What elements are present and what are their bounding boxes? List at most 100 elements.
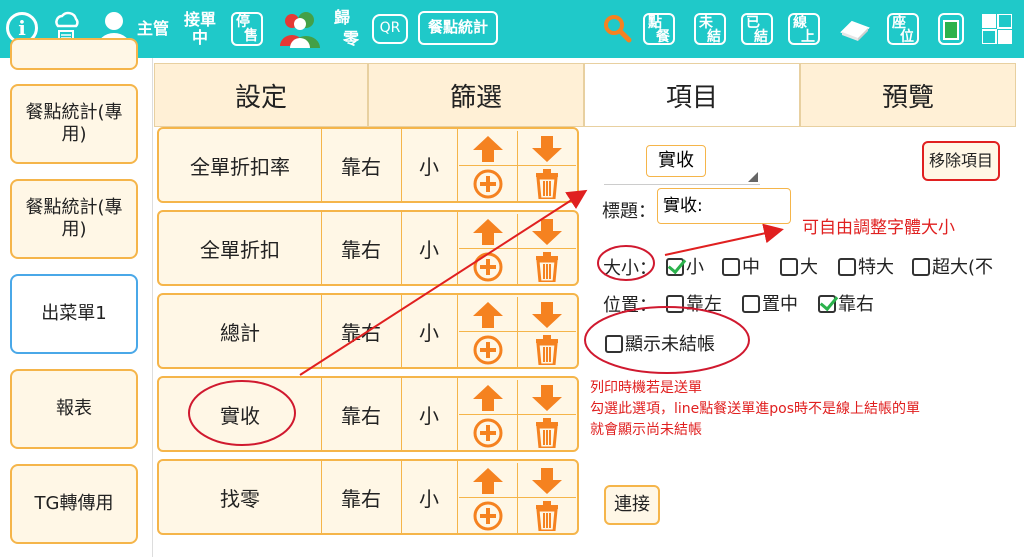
tab-preview[interactable]: 預覽 bbox=[800, 63, 1016, 127]
tab-filter[interactable]: 篩選 bbox=[368, 63, 584, 127]
item-size[interactable]: 小 bbox=[401, 129, 458, 201]
online-label-2: 上 bbox=[801, 29, 815, 45]
settled-button[interactable]: 已 結 bbox=[741, 13, 773, 45]
delete-item-button[interactable] bbox=[517, 414, 576, 451]
online-button[interactable]: 線 上 bbox=[788, 13, 820, 45]
item-size[interactable]: 小 bbox=[401, 461, 458, 533]
move-down-button[interactable] bbox=[517, 297, 576, 333]
item-align[interactable]: 靠右 bbox=[321, 461, 402, 533]
item-size[interactable]: 小 bbox=[401, 295, 458, 367]
size-small-checkbox[interactable] bbox=[666, 258, 684, 276]
delete-item-button[interactable] bbox=[517, 248, 576, 285]
reset-users-icon[interactable] bbox=[278, 10, 326, 48]
item-align[interactable]: 靠右 bbox=[321, 378, 402, 450]
move-up-button[interactable] bbox=[459, 463, 517, 499]
add-item-button[interactable] bbox=[459, 497, 517, 534]
sidebar-item-meal-stats-1[interactable]: 餐點統計(專用) bbox=[10, 84, 138, 164]
print-note-line-2: 勾選此選項，line點餐送單進pos時不是線上結帳的單 bbox=[590, 401, 921, 417]
meal-stats-button[interactable]: 餐點統計 bbox=[418, 11, 498, 45]
add-item-button[interactable] bbox=[459, 331, 517, 368]
print-note-line-3: 就會顯示尚未結帳 bbox=[590, 422, 702, 438]
position-option-left[interactable]: 靠左 bbox=[666, 290, 722, 316]
item-align[interactable]: 靠右 bbox=[321, 129, 402, 201]
unsettled-label-2: 結 bbox=[707, 29, 721, 45]
sidebar-item-tg-forward[interactable]: TG轉傳用 bbox=[10, 464, 138, 544]
receive-order-label-1[interactable]: 接單 bbox=[184, 11, 216, 28]
item-name[interactable]: 總計 bbox=[159, 295, 322, 367]
size-option-small[interactable]: 小 bbox=[666, 253, 704, 279]
item-name[interactable]: 實收 bbox=[159, 378, 322, 450]
connect-button[interactable]: 連接 bbox=[604, 485, 660, 525]
item-size[interactable]: 小 bbox=[401, 212, 458, 284]
size-large-checkbox[interactable] bbox=[780, 258, 798, 276]
change-label-2[interactable]: 零 bbox=[343, 30, 359, 47]
settled-label-1: 已 bbox=[746, 15, 760, 31]
remove-item-button[interactable]: 移除項目 bbox=[922, 141, 1000, 181]
item-row[interactable]: 全單折扣率 靠右小 bbox=[157, 127, 579, 203]
size-xxlarge-checkbox[interactable] bbox=[912, 258, 930, 276]
move-down-button[interactable] bbox=[517, 214, 576, 250]
move-up-button[interactable] bbox=[459, 297, 517, 333]
unsettled-button[interactable]: 未 結 bbox=[694, 13, 726, 45]
move-up-button[interactable] bbox=[459, 380, 517, 416]
title-input[interactable]: 實收: bbox=[657, 188, 791, 224]
move-down-button[interactable] bbox=[517, 463, 576, 499]
receive-order-label-2[interactable]: 中 bbox=[192, 29, 208, 46]
grid-menu-icon[interactable] bbox=[982, 14, 1012, 44]
item-name[interactable]: 找零 bbox=[159, 461, 322, 533]
eraser-icon[interactable] bbox=[838, 14, 872, 44]
move-up-button[interactable] bbox=[459, 214, 517, 250]
item-row[interactable]: 實收 靠右小 bbox=[157, 376, 579, 452]
size-option-large[interactable]: 大 bbox=[780, 253, 818, 279]
show-unsettled-option[interactable]: 顯示未結帳 bbox=[605, 330, 715, 356]
stop-sale-button[interactable]: 停 售 bbox=[231, 12, 263, 46]
device-icon[interactable] bbox=[938, 13, 964, 45]
move-up-button[interactable] bbox=[459, 131, 517, 167]
sidebar-item-meal-stats-2[interactable]: 餐點統計(專用) bbox=[10, 179, 138, 259]
search-icon[interactable] bbox=[602, 13, 632, 43]
tab-settings[interactable]: 設定 bbox=[154, 63, 368, 127]
tab-items[interactable]: 項目 bbox=[584, 63, 800, 127]
size-medium-checkbox[interactable] bbox=[722, 258, 740, 276]
delete-item-button[interactable] bbox=[517, 165, 576, 202]
order-label-1: 點 bbox=[648, 15, 662, 31]
position-center-checkbox[interactable] bbox=[742, 295, 760, 313]
item-select-value: 實收 bbox=[646, 145, 706, 177]
item-name[interactable]: 全單折扣 bbox=[159, 212, 322, 284]
item-row[interactable]: 找零 靠右小 bbox=[157, 459, 579, 535]
move-down-button[interactable] bbox=[517, 131, 576, 167]
order-label-2: 餐 bbox=[656, 29, 670, 45]
show-unsettled-checkbox[interactable] bbox=[605, 335, 623, 353]
delete-item-button[interactable] bbox=[517, 497, 576, 534]
add-item-button[interactable] bbox=[459, 165, 517, 202]
size-option-xxlarge[interactable]: 超大(不 bbox=[912, 253, 1024, 279]
order-button[interactable]: 點 餐 bbox=[643, 13, 675, 45]
size-option-xlarge[interactable]: 特大 bbox=[838, 253, 894, 279]
item-size[interactable]: 小 bbox=[401, 378, 458, 450]
sidebar-item-menu-1[interactable]: 出菜單1 bbox=[10, 274, 138, 354]
seat-button[interactable]: 座 位 bbox=[887, 13, 919, 45]
position-right-checkbox[interactable] bbox=[818, 295, 836, 313]
sidebar-item-report[interactable]: 報表 bbox=[10, 369, 138, 449]
position-left-checkbox[interactable] bbox=[666, 295, 684, 313]
add-item-button[interactable] bbox=[459, 414, 517, 451]
item-row[interactable]: 總計 靠右小 bbox=[157, 293, 579, 369]
item-row[interactable]: 全單折扣 靠右小 bbox=[157, 210, 579, 286]
move-down-button[interactable] bbox=[517, 380, 576, 416]
delete-item-button[interactable] bbox=[517, 331, 576, 368]
item-align[interactable]: 靠右 bbox=[321, 212, 402, 284]
position-option-right[interactable]: 靠右 bbox=[818, 290, 874, 316]
size-xlarge-checkbox[interactable] bbox=[838, 258, 856, 276]
dropdown-triangle-icon bbox=[748, 172, 758, 182]
supervisor-label[interactable]: 主管 bbox=[137, 20, 169, 37]
item-align[interactable]: 靠右 bbox=[321, 295, 402, 367]
item-select[interactable]: 實收 bbox=[604, 140, 760, 185]
qr-button[interactable]: QR bbox=[372, 14, 408, 44]
item-name[interactable]: 全單折扣率 bbox=[159, 129, 322, 201]
sidebar: 餐點統計(專用) 餐點統計(專用) 出菜單1 報表 TG轉傳用 bbox=[0, 38, 153, 557]
add-item-button[interactable] bbox=[459, 248, 517, 285]
position-option-center[interactable]: 置中 bbox=[742, 290, 798, 316]
size-option-medium[interactable]: 中 bbox=[722, 253, 760, 279]
sidebar-item-top-partial[interactable] bbox=[10, 38, 138, 70]
change-label-1[interactable]: 歸 bbox=[334, 9, 350, 26]
